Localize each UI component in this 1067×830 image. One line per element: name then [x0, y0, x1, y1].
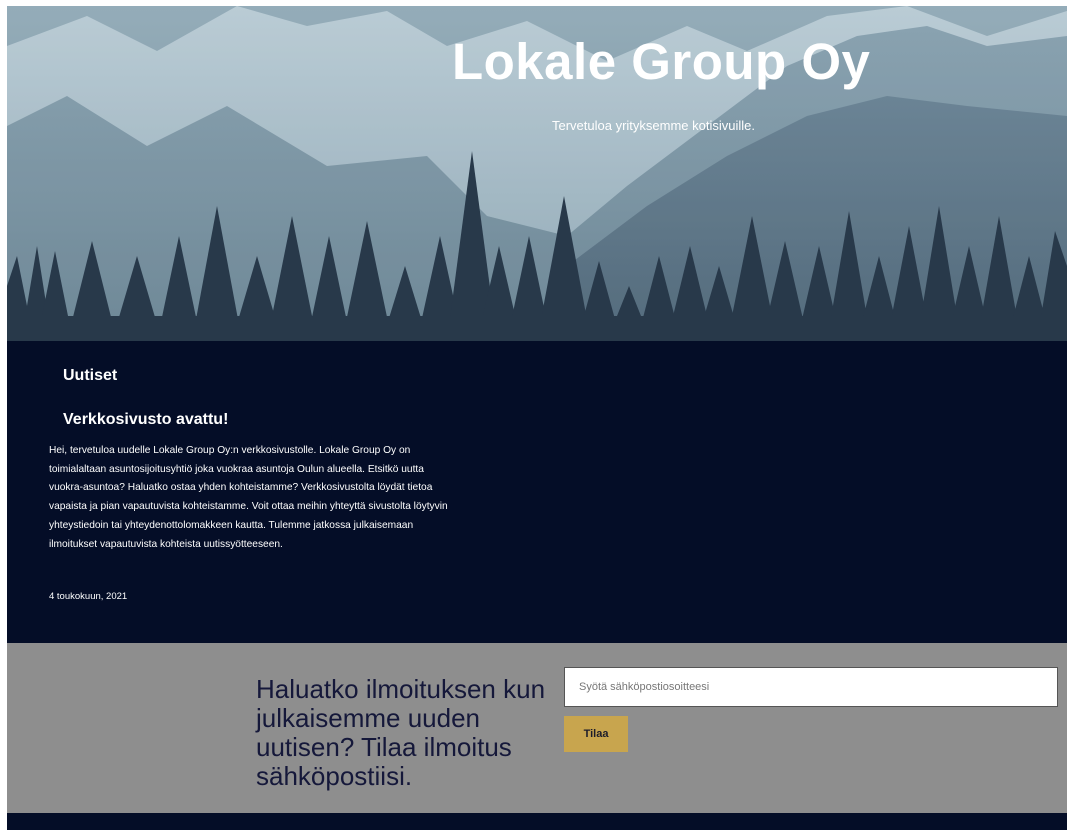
subscribe-prompt: Haluatko ilmoituksen kun julkaisemme uud… [256, 674, 546, 791]
page: Lokale Group Oy Tervetuloa yrityksemme k… [7, 6, 1067, 830]
subscribe-button[interactable]: Tilaa [564, 716, 628, 752]
footer [7, 813, 1067, 830]
site-title: Lokale Group Oy [452, 33, 871, 90]
email-field[interactable] [564, 667, 1058, 707]
article-body: Hei, tervetuloa uudelle Lokale Group Oy:… [49, 445, 448, 550]
site-subtitle: Tervetuloa yrityksemme kotisivuille. [552, 118, 756, 133]
hero-banner: Lokale Group Oy Tervetuloa yrityksemme k… [7, 6, 1067, 341]
news-heading: Uutiset [63, 367, 118, 384]
article-title: Verkkosivusto avattu! [63, 411, 229, 428]
article-date: 4 toukokuun, 2021 [49, 591, 128, 602]
news-section: Uutiset Verkkosivusto avattu! Hei, terve… [7, 341, 1067, 643]
subscribe-section: Haluatko ilmoituksen kun julkaisemme uud… [7, 643, 1067, 813]
